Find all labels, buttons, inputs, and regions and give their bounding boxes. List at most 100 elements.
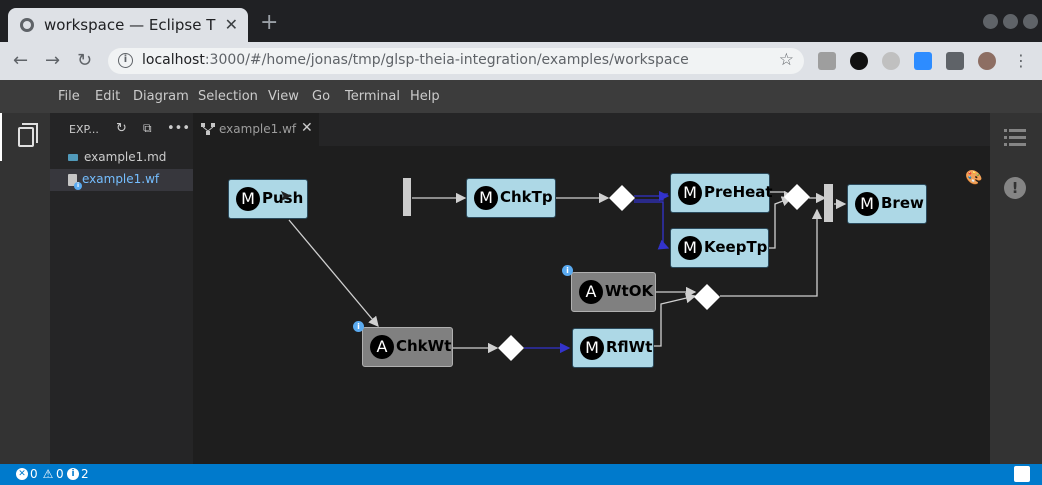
decision-diamond-1 [609,185,635,211]
extension-g-icon[interactable] [818,52,836,70]
markdown-file-icon [68,154,78,161]
info-marker-icon[interactable]: i [353,321,364,332]
merge-diamond-1 [784,184,810,210]
task-label: KeepTp [704,238,768,256]
warning-count[interactable]: 0 [56,467,64,481]
task-kind-badge: M [474,186,498,210]
address-bar[interactable]: i localhost:3000/#/home/jonas/tmp/glsp-t… [108,48,804,74]
task-node-keeptp[interactable]: M KeepTp [670,228,769,268]
merge-diamond-2 [694,284,720,310]
menu-help[interactable]: Help [410,89,440,104]
browser-tab[interactable]: workspace — Eclipse Theia ✕ [8,8,248,42]
close-editor-icon[interactable]: ✕ [301,120,313,136]
menu-selection[interactable]: Selection [198,89,258,104]
info-marker-icon[interactable]: i [562,265,573,276]
more-actions-icon[interactable]: ••• [167,121,190,136]
forward-arrow-icon[interactable]: → [45,50,60,71]
collapse-all-icon[interactable]: ⧉ [143,121,152,136]
maximize-window-icon[interactable] [1003,14,1018,29]
extension-zoom-icon[interactable] [914,52,932,70]
task-node-chkwt[interactable]: A ChkWt [362,327,453,367]
explorer-title: EXP... [69,123,99,136]
right-activity-bar: ! [990,113,1042,464]
menu-terminal[interactable]: Terminal [345,89,400,104]
editor-tab[interactable]: example1.wf ✕ [193,113,319,146]
task-kind-badge: M [678,236,702,260]
editor-tabbar: example1.wf ✕ [193,113,990,146]
task-kind-badge: M [855,192,879,216]
join-bar [824,184,833,222]
url-host: localhost [142,52,205,68]
browser-tabstrip: workspace — Eclipse Theia ✕ + [0,0,1042,42]
new-tab-icon[interactable]: + [260,12,278,34]
menu-file[interactable]: File [58,89,80,104]
task-label: PreHeat [704,183,773,201]
task-kind-badge: M [678,181,702,205]
explorer-sidebar: EXP... ↻ ⧉ ••• example1.md i example1.wf [50,113,193,464]
task-kind-badge: M [236,187,260,211]
edge-decision-keeptp [634,201,670,250]
task-node-push[interactable]: M Push [228,179,308,219]
menu-view[interactable]: View [268,89,299,104]
warning-icon[interactable]: ⚠ [42,468,54,480]
error-count[interactable]: 0 [30,467,38,481]
activity-bar [0,113,50,464]
error-icon[interactable]: ✕ [16,468,28,480]
profile-avatar[interactable] [978,52,996,70]
close-window-icon[interactable] [1023,14,1038,29]
globe-icon [20,18,34,32]
edge-decision-preheat-2 [634,193,668,201]
task-node-chktp[interactable]: M ChkTp [466,178,556,218]
outline-icon[interactable] [1004,129,1026,147]
browser-menu-icon[interactable]: ⋮ [1013,51,1029,70]
menubar: File Edit Diagram Selection View Go Term… [0,80,1042,113]
url-text[interactable]: localhost:3000/#/home/jonas/tmp/glsp-the… [142,52,689,68]
info-icon[interactable]: i [67,468,79,480]
file-item-md[interactable]: example1.md [50,147,193,169]
mouse-cursor-icon: ➤ [279,186,293,205]
task-label: RflWt [606,338,653,356]
file-label: example1.wf [82,172,160,186]
task-label: Brew [881,194,924,212]
close-tab-icon[interactable]: ✕ [225,15,238,34]
edge-rflwt-merge [654,293,697,347]
task-kind-badge: A [579,280,603,304]
tool-palette-icon[interactable]: 🎨 [965,170,982,186]
diagram-file-icon [201,123,215,135]
extension-dark-icon[interactable] [850,52,868,70]
task-node-preheat[interactable]: M PreHeat [670,173,773,213]
fork-bar [403,178,411,216]
info-badge-icon: i [74,182,82,190]
status-bar: ✕ 0 ⚠ 0 i 2 [0,464,1042,485]
file-item-wf[interactable]: i example1.wf [50,169,193,191]
menu-diagram[interactable]: Diagram [133,89,189,104]
task-kind-badge: M [580,336,604,360]
edge-keeptp-merge [769,196,793,249]
decision-diamond-2 [498,335,524,361]
problems-icon[interactable]: ! [1004,177,1026,199]
site-info-icon[interactable]: i [118,53,133,68]
extension-c-icon[interactable] [882,52,900,70]
task-node-brew[interactable]: M Brew [847,184,927,224]
back-arrow-icon[interactable]: ← [13,50,28,71]
task-label: ChkWt [396,337,452,355]
reload-icon[interactable]: ↻ [77,50,92,71]
info-count[interactable]: 2 [81,467,89,481]
menu-go[interactable]: Go [312,89,330,104]
task-node-rflwt[interactable]: M RflWt [572,328,654,368]
url-path: :3000/#/home/jonas/tmp/glsp-theia-integr… [204,52,689,68]
task-label: WtOK [605,282,654,300]
bookmark-star-icon[interactable]: ☆ [779,50,794,70]
extensions-puzzle-icon[interactable] [946,52,964,70]
minimize-window-icon[interactable] [983,14,998,29]
diagram-canvas[interactable]: M Push M ChkTp M PreHeat M KeepTp M Brew… [193,146,990,464]
explorer-files-icon[interactable] [0,113,50,161]
editor-tab-label: example1.wf [219,122,297,136]
task-node-wtok[interactable]: A WtOK [571,272,656,312]
edge-push-chkwt [288,219,379,327]
browser-tab-title: workspace — Eclipse Theia [44,16,216,34]
notifications-bell-icon[interactable] [1014,466,1030,482]
refresh-icon[interactable]: ↻ [116,121,127,136]
menu-edit[interactable]: Edit [95,89,120,104]
file-label: example1.md [84,150,167,164]
